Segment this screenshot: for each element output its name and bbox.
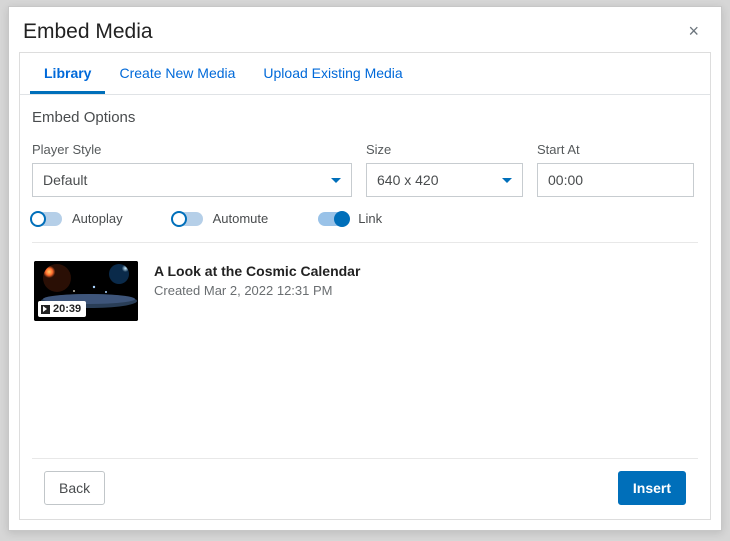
- spacer: [32, 321, 698, 458]
- dialog-title: Embed Media: [23, 20, 153, 44]
- size-field: Size 640 x 420: [366, 142, 523, 197]
- media-meta: A Look at the Cosmic Calendar Created Ma…: [154, 261, 360, 321]
- tab-create-new-media[interactable]: Create New Media: [105, 53, 249, 94]
- embed-options-heading: Embed Options: [32, 109, 698, 126]
- start-at-field: Start At: [537, 142, 694, 197]
- player-style-label: Player Style: [32, 142, 352, 157]
- autoplay-toggle[interactable]: Autoplay: [32, 211, 123, 226]
- player-style-field: Player Style Default: [32, 142, 352, 197]
- autoplay-label: Autoplay: [72, 211, 123, 226]
- chevron-down-icon: [331, 178, 341, 183]
- tab-content: Embed Options Player Style Default Size …: [20, 95, 710, 519]
- toggle-switch-icon: [173, 212, 203, 226]
- start-at-label: Start At: [537, 142, 694, 157]
- media-title: A Look at the Cosmic Calendar: [154, 263, 360, 279]
- start-at-input[interactable]: [537, 163, 694, 197]
- toggle-switch-icon: [32, 212, 62, 226]
- size-label: Size: [366, 142, 523, 157]
- dialog-footer: Back Insert: [32, 458, 698, 519]
- player-style-select[interactable]: Default: [32, 163, 352, 197]
- dialog-body: Library Create New Media Upload Existing…: [19, 52, 711, 520]
- link-toggle[interactable]: Link: [318, 211, 382, 226]
- size-select[interactable]: 640 x 420: [366, 163, 523, 197]
- chevron-down-icon: [502, 178, 512, 183]
- duration-text: 20:39: [53, 303, 81, 315]
- dialog-header: Embed Media ×: [9, 7, 721, 52]
- automute-toggle[interactable]: Automute: [173, 211, 269, 226]
- play-icon: [41, 305, 50, 314]
- field-row: Player Style Default Size 640 x 420 Star…: [32, 142, 698, 197]
- tab-upload-existing-media[interactable]: Upload Existing Media: [249, 53, 416, 94]
- automute-label: Automute: [213, 211, 269, 226]
- link-label: Link: [358, 211, 382, 226]
- duration-badge: 20:39: [38, 301, 86, 317]
- tab-bar: Library Create New Media Upload Existing…: [20, 53, 710, 95]
- insert-button[interactable]: Insert: [618, 471, 686, 505]
- player-style-value: Default: [43, 172, 87, 188]
- toggle-row: Autoplay Automute Link: [32, 211, 698, 243]
- size-value: 640 x 420: [377, 172, 439, 188]
- toggle-switch-icon: [318, 212, 348, 226]
- back-button[interactable]: Back: [44, 471, 105, 505]
- media-created: Created Mar 2, 2022 12:31 PM: [154, 283, 360, 298]
- media-thumbnail: 20:39: [34, 261, 138, 321]
- close-icon[interactable]: ×: [682, 19, 705, 44]
- selected-media-item[interactable]: 20:39 A Look at the Cosmic Calendar Crea…: [32, 243, 698, 321]
- tab-library[interactable]: Library: [30, 53, 105, 94]
- embed-media-dialog: Embed Media × Library Create New Media U…: [8, 6, 722, 531]
